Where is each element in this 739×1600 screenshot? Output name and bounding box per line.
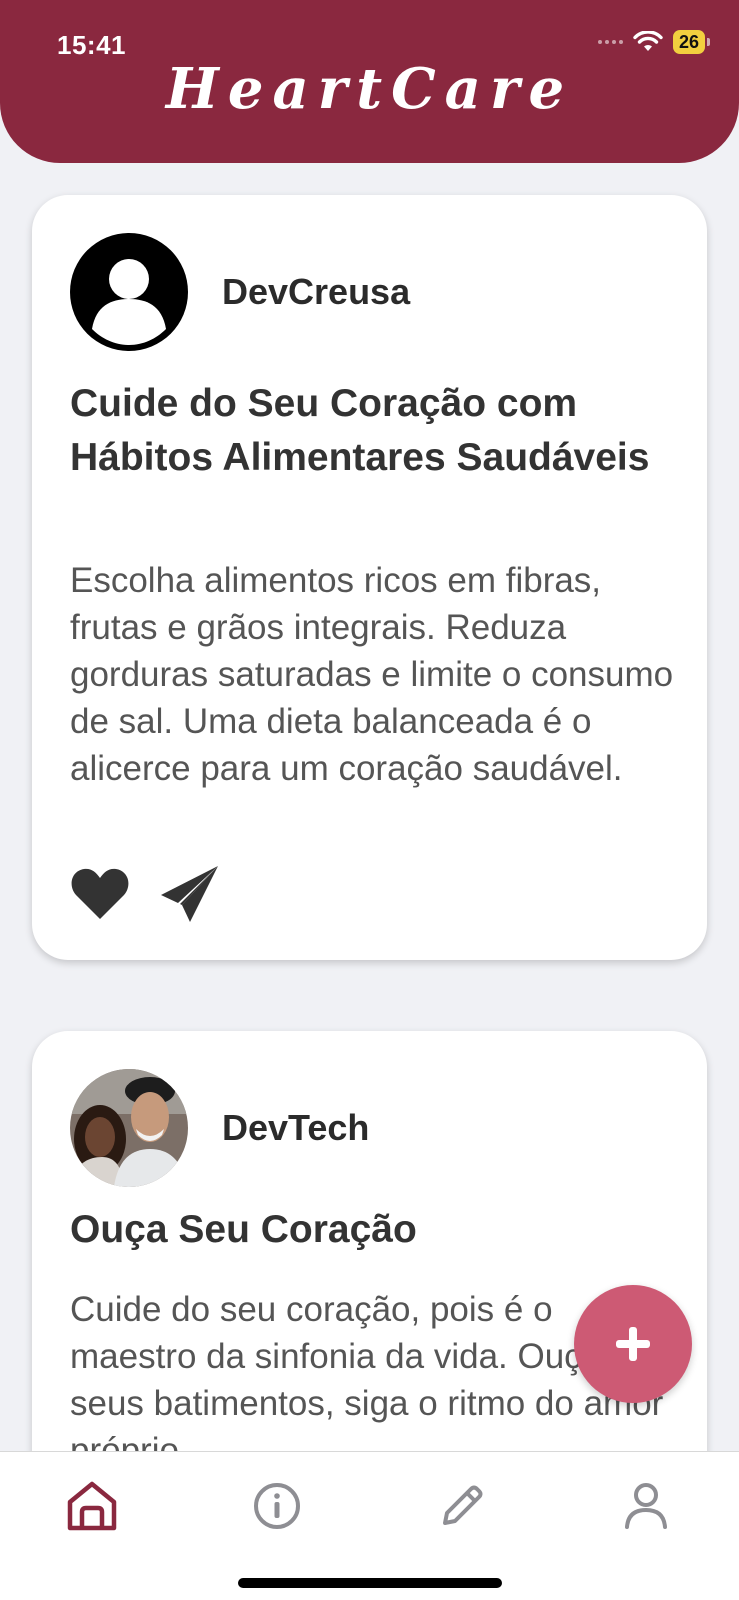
- avatar[interactable]: [70, 1069, 188, 1187]
- post-card[interactable]: DevCreusa Cuide do Seu Coração com Hábit…: [32, 195, 707, 960]
- plus-icon: [616, 1327, 650, 1361]
- app-title: HeartCare: [165, 56, 574, 122]
- post-title: Ouça Seu Coração: [70, 1208, 417, 1251]
- user-icon: [625, 1483, 667, 1529]
- avatar[interactable]: [70, 233, 188, 351]
- post-title: Cuide do Seu Coração com Hábitos Aliment…: [70, 382, 650, 479]
- author-name[interactable]: DevTech: [222, 1107, 369, 1149]
- tab-home[interactable]: [60, 1474, 124, 1538]
- author-name[interactable]: DevCreusa: [222, 271, 410, 313]
- heart-icon[interactable]: [70, 867, 130, 921]
- tab-write[interactable]: [430, 1474, 494, 1538]
- post-author[interactable]: DevCreusa: [70, 233, 410, 351]
- user-photo: [70, 1069, 188, 1187]
- home-icon: [67, 1481, 117, 1531]
- post-body: Escolha alimentos ricos em fibras, fruta…: [70, 561, 674, 788]
- wifi-icon: [633, 31, 663, 51]
- home-indicator: [238, 1578, 502, 1588]
- post-actions: [70, 865, 220, 923]
- add-post-button[interactable]: [574, 1285, 692, 1403]
- send-icon[interactable]: [160, 865, 220, 923]
- post-author[interactable]: DevTech: [70, 1069, 369, 1187]
- tab-info[interactable]: [245, 1474, 309, 1538]
- info-icon: [254, 1483, 300, 1529]
- cellular-signal-icon: [597, 40, 623, 44]
- app-header: 15:41 26 HeartCare: [0, 0, 739, 163]
- battery-indicator: 26: [672, 30, 711, 54]
- status-icons: 26: [597, 30, 711, 54]
- default-user-icon: [92, 259, 166, 345]
- pencil-icon: [443, 1485, 483, 1525]
- tab-profile[interactable]: [614, 1474, 678, 1538]
